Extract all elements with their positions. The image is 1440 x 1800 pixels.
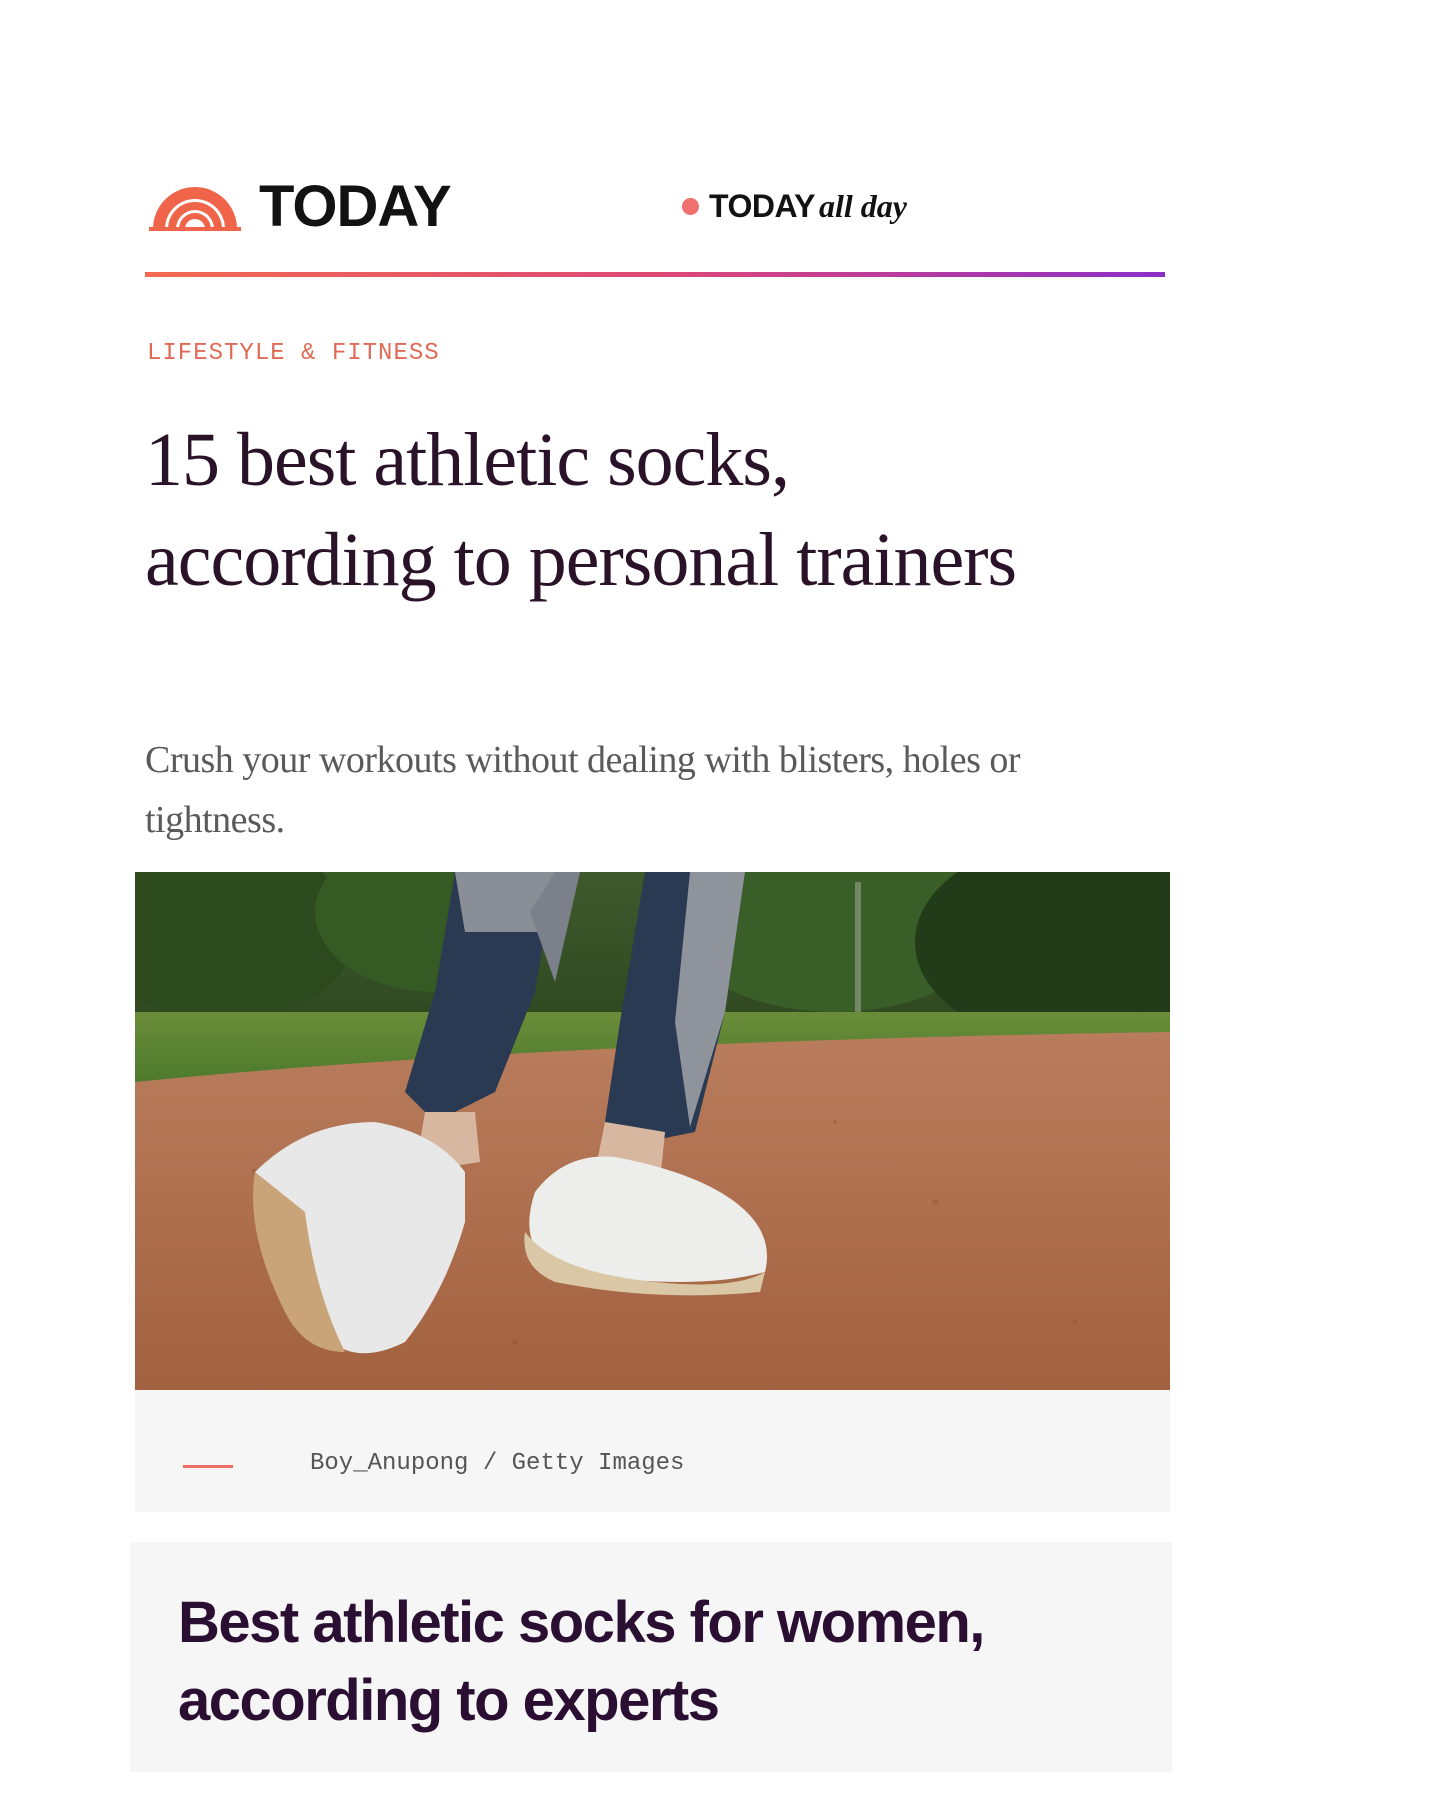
article-dek: Crush your workouts without dealing with… <box>145 739 1021 841</box>
image-credit: Boy_Anupong / Getty Images <box>310 1450 685 1477</box>
logo-text: TODAY <box>259 174 452 239</box>
today-all-day-link[interactable]: TODAY all day <box>682 188 907 225</box>
page: TODAY TODAY all day LIFESTYLE & FITNESS … <box>0 0 1440 1800</box>
image-caption: Boy_Anupong / Getty Images <box>135 1390 1170 1512</box>
today-logo-link[interactable]: TODAY <box>149 174 452 239</box>
hero-image <box>135 872 1170 1390</box>
allday-sub: all day <box>818 188 907 224</box>
category-link[interactable]: LIFESTYLE & FITNESS <box>147 340 440 367</box>
live-dot-icon <box>682 198 699 215</box>
site-header: TODAY TODAY all day <box>145 150 1165 277</box>
header-divider <box>145 272 1165 277</box>
rainbow-logo-icon <box>149 187 241 231</box>
allday-brand: TODAY <box>709 188 815 224</box>
section-card: Best athletic socks for women, according… <box>130 1542 1172 1772</box>
section-heading: Best athletic socks for women, according… <box>178 1590 985 1733</box>
caption-dash <box>183 1465 233 1468</box>
article-headline: 15 best athletic socks, according to per… <box>145 418 1017 602</box>
